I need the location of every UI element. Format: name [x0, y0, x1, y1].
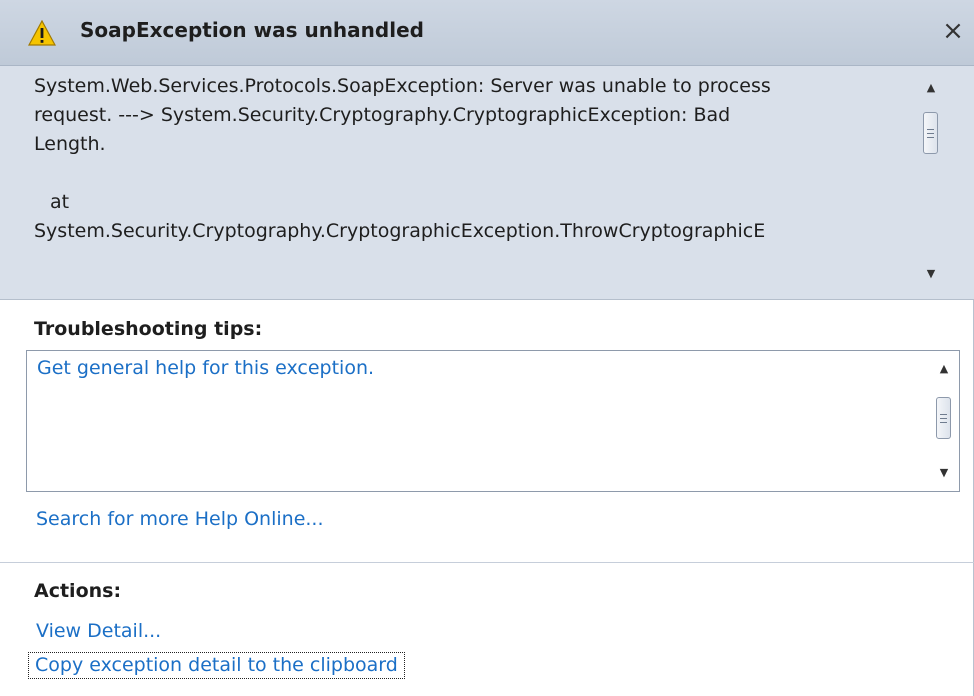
grip-line: [940, 418, 947, 419]
grip-line: [927, 129, 934, 130]
actions-heading: Actions:: [34, 580, 122, 602]
scroll-up-arrow-icon[interactable]: ▲: [931, 357, 957, 381]
troubleshooting-heading: Troubleshooting tips:: [34, 318, 263, 340]
scroll-up-arrow-icon[interactable]: ▲: [918, 76, 944, 100]
exception-message-text[interactable]: System.Web.Services.Protocols.SoapExcept…: [34, 72, 914, 294]
title-bar: SoapException was unhandled ×: [0, 0, 974, 66]
message-scrollbar[interactable]: ▲ ▼: [918, 76, 944, 286]
message-line: Length.: [34, 133, 106, 155]
scroll-thumb[interactable]: [936, 397, 951, 439]
message-line: System.Web.Services.Protocols.SoapExcept…: [34, 75, 771, 97]
section-divider: [0, 562, 974, 563]
message-line: [34, 159, 914, 188]
message-line: at: [50, 191, 70, 213]
search-help-online-link[interactable]: Search for more Help Online...: [36, 508, 324, 530]
scroll-thumb[interactable]: [923, 112, 938, 154]
grip-line: [940, 414, 947, 415]
troubleshooting-tips-list: Get general help for this exception. ▲ ▼: [26, 350, 960, 492]
grip-line: [940, 422, 947, 423]
exception-message-area: System.Web.Services.Protocols.SoapExcept…: [0, 66, 974, 300]
general-help-link[interactable]: Get general help for this exception.: [37, 357, 374, 379]
dialog-title: SoapException was unhandled: [80, 18, 424, 42]
warning-icon: [28, 20, 56, 46]
grip-line: [927, 137, 934, 138]
scroll-down-arrow-icon[interactable]: ▼: [918, 262, 944, 286]
tips-scrollbar[interactable]: ▲ ▼: [931, 357, 957, 485]
copy-exception-detail-link[interactable]: Copy exception detail to the clipboard: [28, 652, 405, 679]
exception-assistant-dialog: SoapException was unhandled × System.Web…: [0, 0, 974, 696]
close-icon[interactable]: ×: [938, 16, 968, 46]
grip-line: [927, 133, 934, 134]
message-line: System.Security.Cryptography.Cryptograph…: [34, 220, 766, 242]
view-detail-link[interactable]: View Detail...: [36, 620, 161, 642]
scroll-down-arrow-icon[interactable]: ▼: [931, 461, 957, 485]
message-line: request. ---> System.Security.Cryptograp…: [34, 104, 731, 126]
